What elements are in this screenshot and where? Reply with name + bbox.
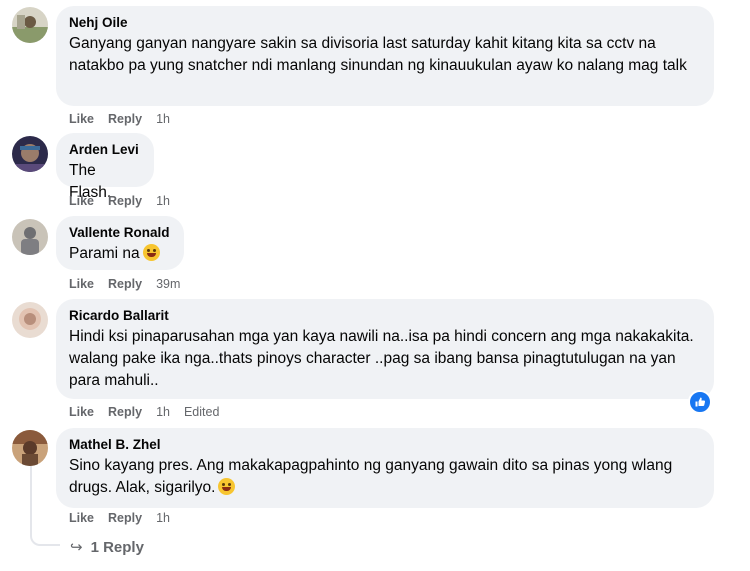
reply-button[interactable]: Reply [108, 405, 142, 419]
comment-actions: Like Reply 39m [69, 276, 194, 292]
comment-timestamp[interactable]: 1h [156, 511, 170, 525]
comment-author[interactable]: Nehj Oile [69, 14, 702, 31]
comment-text-content: Sino kayang pres. Ang makakapagpahinto n… [69, 457, 673, 496]
comment-bubble: Mathel B. Zhel Sino kayang pres. Ang mak… [56, 428, 714, 508]
comment-author[interactable]: Ricardo Ballarit [69, 307, 702, 324]
like-button[interactable]: Like [69, 277, 94, 291]
comment-bubble: Arden Levi The Flash. [56, 133, 154, 201]
avatar[interactable] [12, 302, 48, 338]
reply-button[interactable]: Reply [108, 511, 142, 525]
comment-text: Ganyang ganyan nangyare sakin sa divisor… [69, 35, 687, 74]
like-button[interactable]: Like [69, 194, 94, 208]
comment-timestamp[interactable]: 1h [156, 112, 170, 126]
like-button[interactable]: Like [69, 112, 94, 126]
avatar[interactable] [12, 219, 48, 255]
comment-author[interactable]: Arden Levi [69, 141, 142, 158]
thread-branch [30, 524, 60, 546]
comment-text: Hindi ksi pinaparusahan mga yan kaya naw… [69, 328, 694, 389]
view-replies-label: 1 Reply [90, 539, 144, 556]
reply-button[interactable]: Reply [108, 277, 142, 291]
smiling-emoji-icon [218, 478, 236, 495]
comment-bubble: Ricardo Ballarit Hindi ksi pinaparusahan… [56, 299, 714, 399]
comment-text: Parami na [69, 243, 172, 265]
comment-timestamp[interactable]: 1h [156, 194, 170, 208]
comment-text-content: Parami na [69, 245, 140, 262]
comment-actions: Like Reply 1h Edited [69, 404, 219, 420]
like-button[interactable]: Like [69, 511, 94, 525]
reply-arrow-icon: ↪ [70, 539, 83, 556]
avatar[interactable] [12, 430, 48, 466]
comment-actions: Like Reply 1h [69, 193, 184, 209]
comment-timestamp[interactable]: 1h [156, 405, 170, 419]
like-reaction-icon[interactable] [688, 390, 712, 414]
edited-label: Edited [183, 405, 220, 419]
comment-author[interactable]: Mathel B. Zhel [69, 436, 702, 453]
comment-author[interactable]: Vallente Ronald [69, 224, 172, 241]
avatar[interactable] [12, 7, 48, 43]
laughing-emoji-icon [142, 244, 160, 261]
view-replies-link[interactable]: ↪ 1 Reply [70, 538, 144, 558]
avatar[interactable] [12, 136, 48, 172]
comment-bubble: Nehj Oile Ganyang ganyan nangyare sakin … [56, 6, 714, 106]
reply-button[interactable]: Reply [108, 112, 142, 126]
comment-timestamp[interactable]: 39m [156, 277, 180, 291]
comment-bubble: Vallente Ronald Parami na [56, 216, 184, 270]
reply-button[interactable]: Reply [108, 194, 142, 208]
comment-text: Sino kayang pres. Ang makakapagpahinto n… [69, 455, 702, 499]
like-button[interactable]: Like [69, 405, 94, 419]
thread-line [30, 466, 32, 526]
comment-actions: Like Reply 1h [69, 111, 184, 127]
comment-actions: Like Reply 1h [69, 510, 184, 526]
